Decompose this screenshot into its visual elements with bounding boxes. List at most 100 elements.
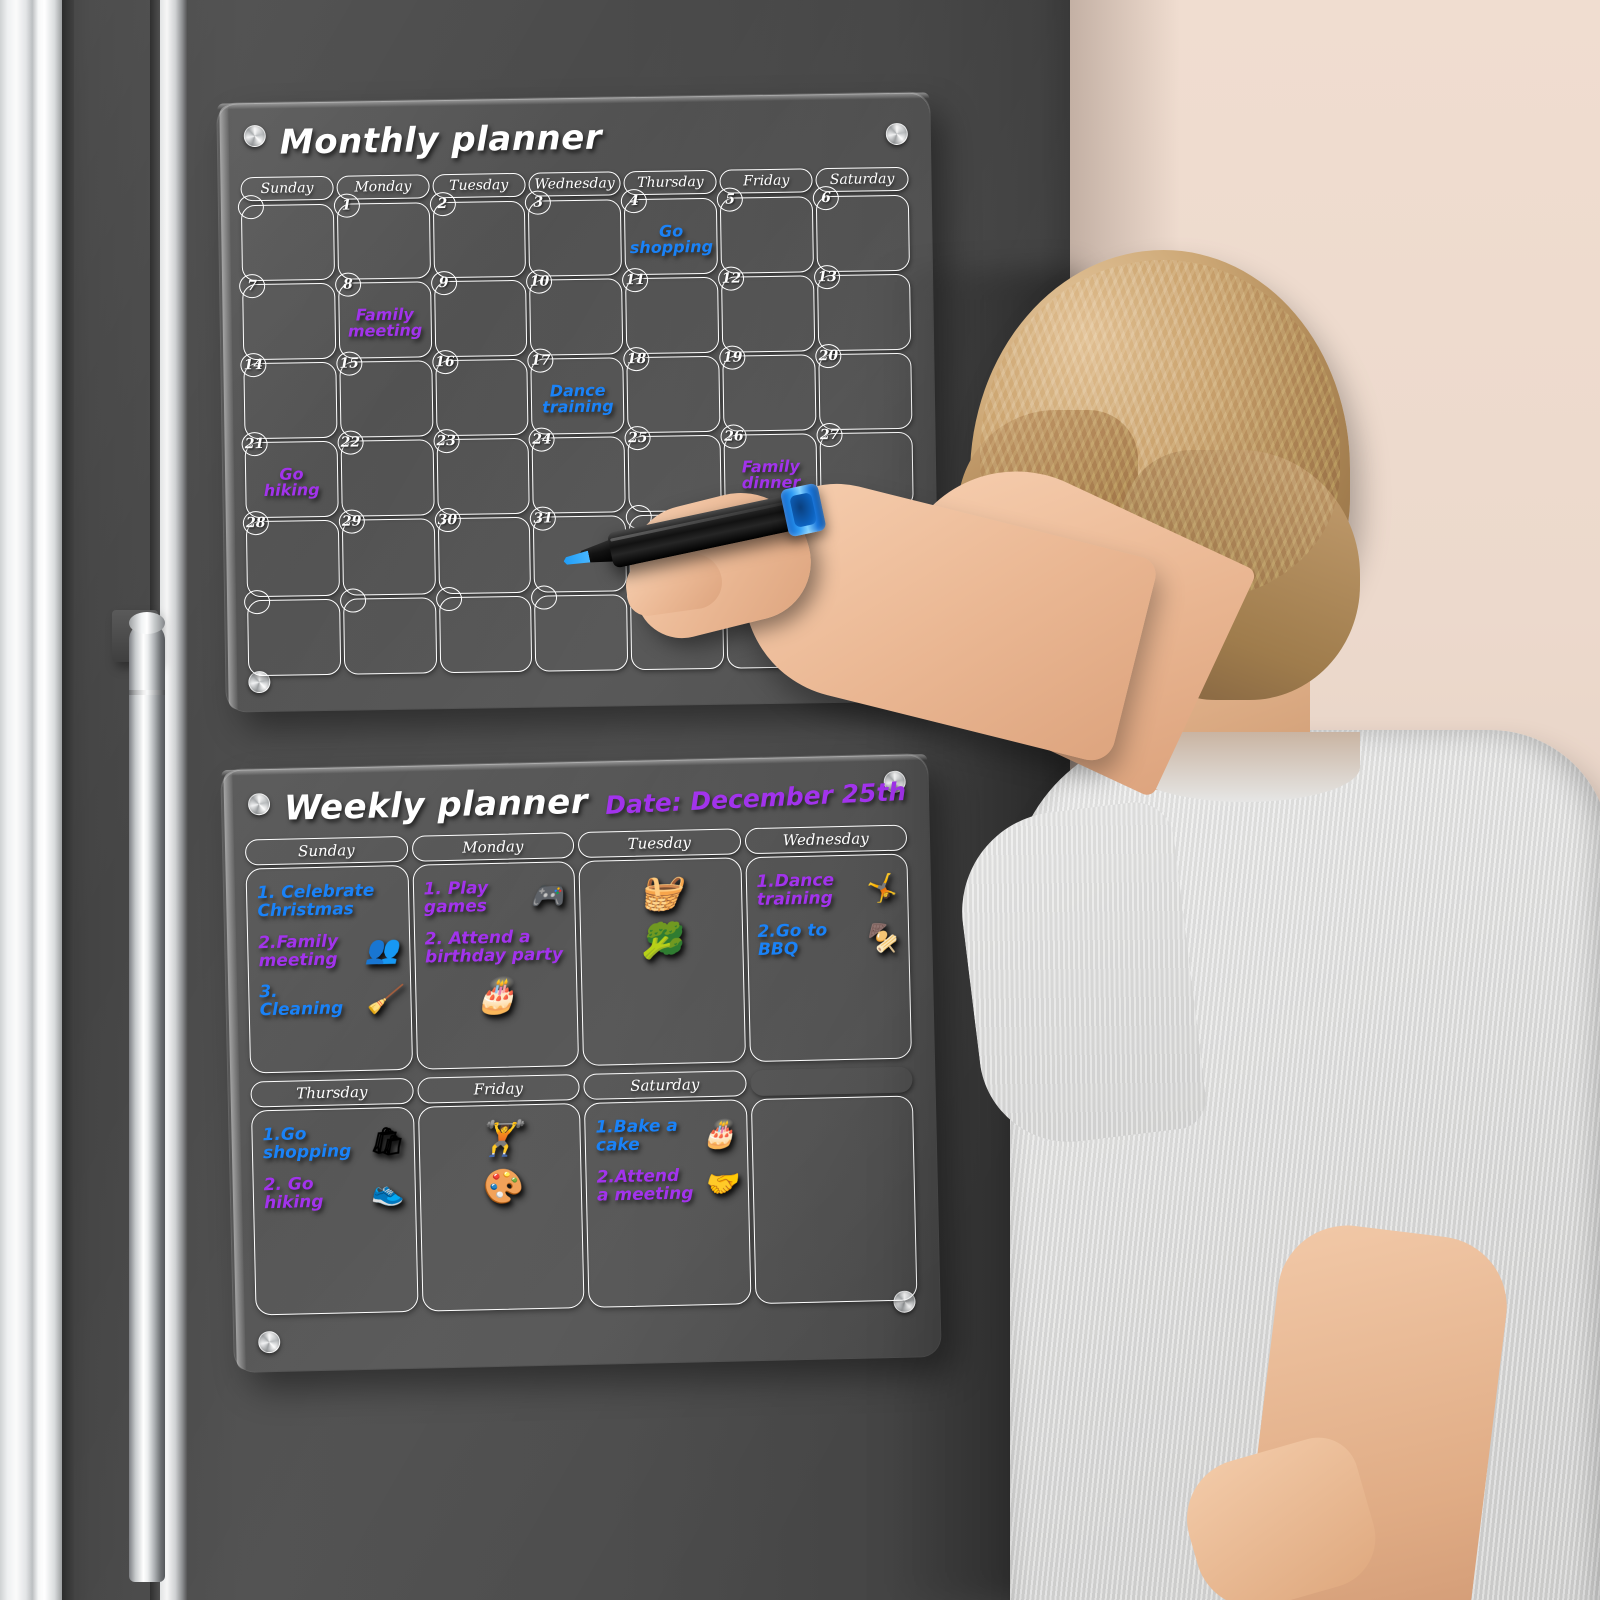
game-controller-icon: 🎮 [530,880,565,913]
day-note: Family dinner [741,456,801,493]
day-number: 20 [815,343,842,369]
day-number: 1 [333,193,360,218]
day-number: 27 [816,422,843,448]
monthly-day-cell[interactable]: 19 [719,345,817,432]
monthly-day-cell[interactable]: 2 [429,191,527,279]
weekly-day-cell[interactable]: 1. Play games 🎮 2. Attend a birthday party… [411,861,580,1070]
monthly-title-row: Monthly planner [240,113,909,163]
weekly-task-text: 1.Dance training [756,870,835,910]
monthly-day-cell[interactable]: 26 Family dinner [720,424,818,511]
day-number: 5 [717,187,744,212]
monthly-day-cell[interactable]: 23 [433,428,531,516]
monthly-day-cell[interactable] [625,504,724,592]
weekly-task-text: 1.Go shopping [262,1124,352,1164]
monthly-day-cell[interactable]: 4 Go shopping [620,188,719,276]
day-number-blank [627,583,654,609]
weekly-task-item: 🧺 [590,873,731,914]
monthly-day-cell[interactable]: 21 Go hiking [241,431,339,519]
monthly-day-cell[interactable] [339,588,437,675]
monthly-day-cell[interactable]: 14 [240,352,338,440]
day-number: 8 [334,272,362,297]
monthly-planner-title: Monthly planner [279,117,603,163]
monthly-day-cell[interactable]: 22 [337,430,435,517]
weekly-task-item: 1.Go shopping 🛍 [262,1124,403,1163]
weekly-day-cell[interactable]: 1.Go shopping 🛍 2. Go hiking 👟 [250,1106,419,1316]
refrigerator-left-trim [0,0,62,1600]
day-number: 7 [238,273,266,299]
weekly-task-item: 2. Attend a birthday party [424,926,565,968]
day-number: 25 [624,425,651,451]
monthly-day-cell[interactable] [435,586,533,674]
day-number: 17 [527,348,554,373]
weekly-day-cell[interactable]: 🏋 🎨 [417,1103,585,1312]
monthly-day-cell[interactable]: 18 [623,346,721,434]
weekly-weekday-tuesday: Tuesday [577,828,741,859]
day-number-blank [243,589,271,615]
weekly-task-item: 2. Go hiking 👟 [263,1174,405,1213]
monthly-day-cell[interactable]: 30 [434,507,532,595]
monthly-day-cell[interactable] [531,585,629,672]
monthly-day-cell[interactable]: 31 [530,506,628,593]
weekly-task-text: 2. Attend a birthday party [424,926,564,968]
monthly-day-cell[interactable]: 24 [528,427,626,514]
weekly-planner-board[interactable]: Weekly planner Date: December 25th Sunda… [221,754,941,1372]
weekly-task-item: 1. Play games 🎮 [423,878,564,917]
monthly-day-cell[interactable] [723,582,821,669]
monthly-day-cell[interactable]: 17 Dance training [527,348,625,435]
weekly-day-cell[interactable]: 🧺 🥦 [578,857,746,1066]
day-number: 16 [431,349,459,375]
handshake-icon: 🤝 [703,1168,738,1201]
sneaker-icon: 👟 [370,1176,405,1208]
monthly-day-cell[interactable]: 3 [525,190,623,277]
day-number: 13 [814,264,841,290]
weekly-date-label: Date: December 25th [604,776,907,820]
monthly-day-cell[interactable]: 15 [335,351,434,438]
weekly-weekday-sunday: Sunday [244,835,408,866]
monthly-day-cell[interactable] [237,194,335,282]
weekly-body-row-2[interactable]: 1.Go shopping 🛍 2. Go hiking 👟 🏋 🎨 1.Bake a ca… [250,1095,918,1316]
paint-palette-icon: 🎨 [478,1166,523,1208]
weekly-task-text: 1. Play games [423,878,489,918]
monthly-day-cell[interactable]: 10 [526,269,624,356]
monthly-day-cell[interactable]: 12 [718,266,816,353]
day-number: 12 [718,266,745,291]
day-number-blank [339,588,367,613]
weekly-day-cell[interactable]: 1.Bake a cake 🎂 2.Attend a meeting 🤝 [583,1099,752,1308]
weekly-body-row-1[interactable]: 1. Celebrate Christmas 2.Family meeting 👥 3… [245,853,912,1074]
monthly-day-cell[interactable]: 25 [624,425,723,513]
monthly-day-cell[interactable]: 28 [242,510,340,598]
weekly-row-1: Sunday Monday Tuesday Wednesday 1. Celebrat… [244,824,912,1074]
weekly-task-text: 2.Go to BBQ [757,920,828,960]
day-number: 24 [528,427,556,452]
monthly-day-cell[interactable]: 1 [333,193,431,280]
monthly-day-cell[interactable] [243,589,342,677]
day-number: 9 [430,270,457,296]
day-number: 10 [526,269,553,294]
weekly-weekday-friday: Friday [416,1074,580,1104]
day-number: 2 [429,191,456,217]
monthly-day-cell[interactable]: 11 [622,267,720,355]
dumbbell-icon: 🏋 [477,1118,522,1160]
weekly-task-item: 2.Attend a meeting 🤝 [596,1165,738,1205]
monthly-day-cell[interactable]: 5 [717,187,815,274]
monthly-planner-board[interactable]: Monthly planner Sunday Monday Tuesday Wedne… [217,92,939,712]
monthly-day-cell[interactable]: 8 Family meeting [334,272,432,359]
day-number: 21 [241,431,268,457]
monthly-day-cell[interactable] [627,583,725,671]
monthly-day-grid[interactable]: 1 2 3 4 Go shopping 5 6 7 8 Family meeting 9 10 11 12… [237,185,917,677]
monthly-day-cell[interactable]: 7 [238,273,337,361]
monthly-day-cell[interactable] [721,503,820,590]
weekly-title-row: Weekly planner Date: December 25th [244,775,907,830]
monthly-day-cell[interactable]: 6 [812,185,910,273]
weekly-task-text: 1. Celebrate Christmas [256,880,375,922]
monthly-day-cell[interactable]: 29 [338,509,436,596]
day-number: 22 [337,430,364,455]
weekly-day-cell[interactable]: 1. Celebrate Christmas 2.Family meeting 👥 3… [245,864,413,1074]
weekly-weekday-monday: Monday [411,832,575,862]
refrigerator-handle[interactable] [129,622,165,1582]
monthly-day-cell[interactable]: 9 [430,270,528,358]
weekly-weekday-thursday: Thursday [250,1077,414,1108]
monthly-day-cell[interactable]: 16 [431,349,529,437]
day-number-blank [237,194,265,220]
day-number-blank [817,501,845,527]
